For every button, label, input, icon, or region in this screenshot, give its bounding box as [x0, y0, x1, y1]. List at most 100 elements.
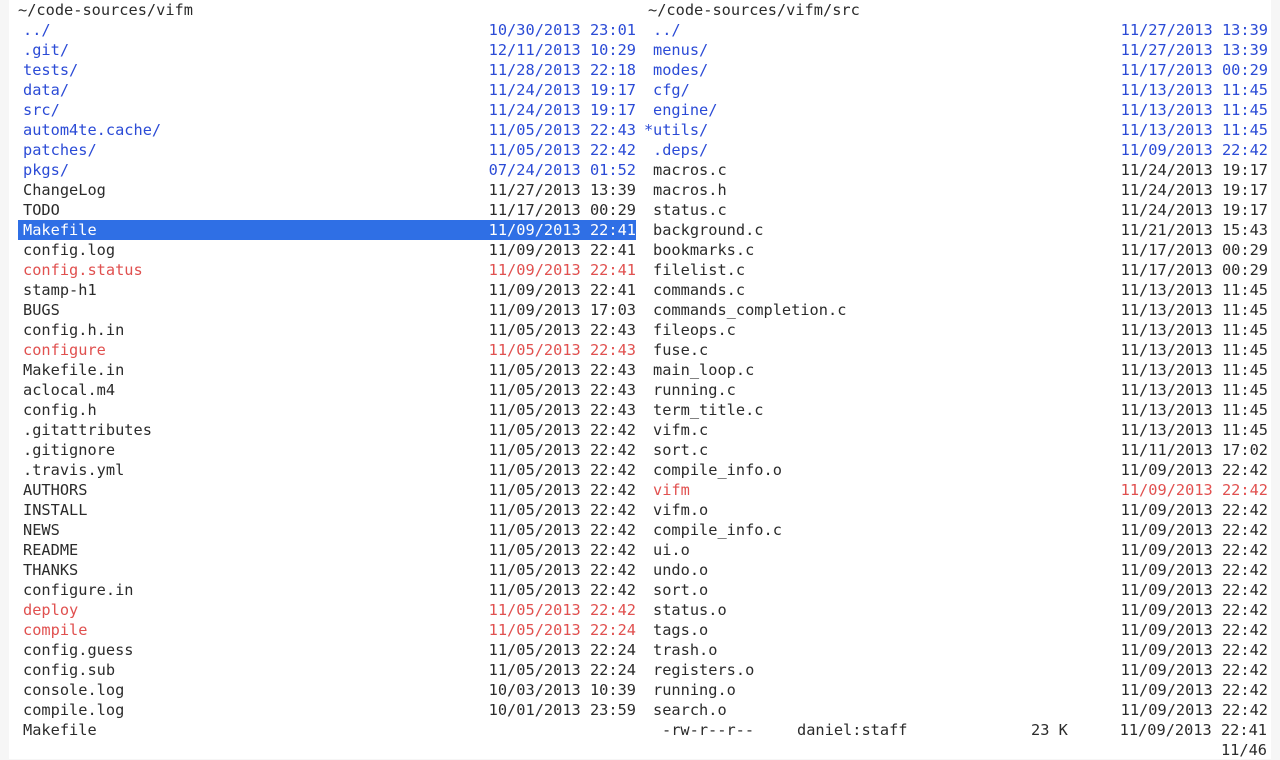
right-file-row[interactable]: trash.o 11/09/2013 22:42 [648, 640, 1268, 660]
left-file-row[interactable]: deploy 11/05/2013 22:42 [18, 600, 636, 620]
left-file-name: config.guess [23, 641, 134, 659]
left-file-row[interactable]: config.h 11/05/2013 22:43 [18, 400, 636, 420]
left-file-row[interactable]: config.guess 11/05/2013 22:24 [18, 640, 636, 660]
left-file-row[interactable]: THANKS 11/05/2013 22:42 [18, 560, 636, 580]
right-file-row[interactable]: compile_info.o 11/09/2013 22:42 [648, 460, 1268, 480]
left-file-list[interactable]: ../10/30/2013 23:01 .git/12/11/2013 10:29… [18, 20, 636, 720]
left-file-row[interactable]: autom4te.cache/11/05/2013 22:43 [18, 120, 636, 140]
left-file-row[interactable]: console.log 10/03/2013 10:39 [18, 680, 636, 700]
right-file-row[interactable]: macros.c 11/24/2013 19:17 [648, 160, 1268, 180]
left-file-row[interactable]: src/11/24/2013 19:17 [18, 100, 636, 120]
right-file-row[interactable]: sort.c 11/11/2013 17:02 [648, 440, 1268, 460]
right-file-row[interactable]: fuse.c 11/13/2013 11:45 [648, 340, 1268, 360]
right-file-name: cfg/ [653, 81, 690, 99]
left-file-row[interactable]: ../ 10/30/2013 23:01 [18, 20, 636, 40]
left-file-row[interactable]: ChangeLog 11/27/2013 13:39 [18, 180, 636, 200]
right-file-row[interactable]: vifm.o 11/09/2013 22:42 [648, 500, 1268, 520]
left-file-date: 11/05/2013 22:43 [488, 361, 636, 379]
left-file-row[interactable]: config.log 11/09/2013 22:41 [18, 240, 636, 260]
left-file-row[interactable]: compile.log 10/01/2013 23:59 [18, 700, 636, 720]
left-file-row[interactable]: configure 11/05/2013 22:43 [18, 340, 636, 360]
left-file-row[interactable]: .git/12/11/2013 10:29 [18, 40, 636, 60]
left-file-row[interactable]: .gitignore 11/05/2013 22:42 [18, 440, 636, 460]
left-file-row[interactable]: configure.in 11/05/2013 22:42 [18, 580, 636, 600]
right-file-row[interactable]: modes/11/17/2013 00:29 [648, 60, 1268, 80]
right-file-date: 11/09/2013 22:42 [1120, 581, 1268, 599]
right-file-row[interactable]: macros.h 11/24/2013 19:17 [648, 180, 1268, 200]
right-file-row[interactable]: main_loop.c 11/13/2013 11:45 [648, 360, 1268, 380]
left-file-row[interactable]: AUTHORS 11/05/2013 22:42 [18, 480, 636, 500]
left-file-row[interactable]: .gitattributes 11/05/2013 22:42 [18, 420, 636, 440]
right-file-row[interactable]: bookmarks.c 11/17/2013 00:29 [648, 240, 1268, 260]
left-file-row[interactable]: .travis.yml 11/05/2013 22:42 [18, 460, 636, 480]
left-file-name: src/ [23, 101, 60, 119]
left-file-row[interactable]: config.h.in 11/05/2013 22:43 [18, 320, 636, 340]
left-file-row[interactable]: TODO 11/17/2013 00:29 [18, 200, 636, 220]
right-file-row[interactable]: running.o 11/09/2013 22:42 [648, 680, 1268, 700]
left-file-name: Makefile.in [23, 361, 125, 379]
right-file-row[interactable]: vifm 11/09/2013 22:42 [648, 480, 1268, 500]
left-file-date: 11/05/2013 22:42 [488, 421, 636, 439]
left-file-row[interactable]: Makefile.in 11/05/2013 22:43 [18, 360, 636, 380]
right-file-row[interactable]: filelist.c 11/17/2013 00:29 [648, 260, 1268, 280]
left-file-row[interactable]: config.sub 11/05/2013 22:24 [18, 660, 636, 680]
left-file-row[interactable]: BUGS 11/09/2013 17:03 [18, 300, 636, 320]
left-file-row[interactable]: Makefile 11/09/2013 22:41 [18, 220, 636, 240]
right-file-row[interactable]: status.o 11/09/2013 22:42 [648, 600, 1268, 620]
left-file-row[interactable]: INSTALL 11/05/2013 22:42 [18, 500, 636, 520]
left-file-date: 11/24/2013 19:17 [488, 81, 636, 99]
left-file-date: 11/09/2013 22:41 [488, 241, 636, 259]
right-file-row[interactable]: cfg/11/13/2013 11:45 [648, 80, 1268, 100]
left-file-row[interactable]: pkgs/07/24/2013 01:52 [18, 160, 636, 180]
right-file-row[interactable]: registers.o 11/09/2013 22:42 [648, 660, 1268, 680]
right-file-row[interactable]: engine/11/13/2013 11:45 [648, 100, 1268, 120]
left-file-row[interactable]: config.status 11/09/2013 22:41 [18, 260, 636, 280]
left-file-date: 11/05/2013 22:43 [488, 381, 636, 399]
left-file-row[interactable]: tests/11/28/2013 22:18 [18, 60, 636, 80]
right-file-row[interactable]: sort.o 11/09/2013 22:42 [648, 580, 1268, 600]
right-file-row[interactable]: commands_completion.c 11/13/2013 11:45 [648, 300, 1268, 320]
right-file-row[interactable]: menus/11/27/2013 13:39 [648, 40, 1268, 60]
left-file-row[interactable]: stamp-h1 11/09/2013 22:41 [18, 280, 636, 300]
right-file-row[interactable]: commands.c 11/13/2013 11:45 [648, 280, 1268, 300]
right-file-row[interactable]: undo.o 11/09/2013 22:42 [648, 560, 1268, 580]
right-file-name: sort.o [653, 581, 709, 599]
right-file-row[interactable]: fileops.c 11/13/2013 11:45 [648, 320, 1268, 340]
left-file-name: console.log [23, 681, 125, 699]
right-file-row[interactable]: search.o 11/09/2013 22:42 [648, 700, 1268, 720]
left-file-date: 11/05/2013 22:42 [488, 601, 636, 619]
left-file-row[interactable]: README 11/05/2013 22:42 [18, 540, 636, 560]
left-file-name: .git/ [23, 41, 70, 59]
left-file-date: 11/05/2013 22:42 [488, 561, 636, 579]
left-file-name: data/ [23, 81, 70, 99]
right-file-row[interactable]: tags.o 11/09/2013 22:42 [648, 620, 1268, 640]
right-file-row[interactable]: * utils/11/13/2013 11:45 [644, 120, 1268, 140]
right-file-name: sort.c [653, 441, 709, 459]
right-file-row[interactable]: running.c 11/13/2013 11:45 [648, 380, 1268, 400]
right-file-row[interactable]: compile_info.c 11/09/2013 22:42 [648, 520, 1268, 540]
left-file-row[interactable]: patches/11/05/2013 22:42 [18, 140, 636, 160]
right-file-name: filelist.c [653, 261, 746, 279]
left-file-name: THANKS [23, 561, 79, 579]
right-file-row[interactable]: background.c 11/21/2013 15:43 [648, 220, 1268, 240]
right-file-row[interactable]: .deps/11/09/2013 22:42 [648, 140, 1268, 160]
right-file-name: vifm [653, 481, 690, 499]
right-file-row[interactable]: term_title.c 11/13/2013 11:45 [648, 400, 1268, 420]
left-file-name: config.status [23, 261, 143, 279]
left-file-row[interactable]: compile 11/05/2013 22:24 [18, 620, 636, 640]
right-file-name: main_loop.c [653, 361, 755, 379]
left-file-name: README [23, 541, 79, 559]
right-file-row[interactable]: vifm.c 11/13/2013 11:45 [648, 420, 1268, 440]
right-file-date: 11/24/2013 19:17 [1120, 161, 1268, 179]
right-file-row[interactable]: status.c 11/24/2013 19:17 [648, 200, 1268, 220]
left-file-pane[interactable]: ~/code-sources/vifm ../ 10/30/2013 23:01.… [18, 0, 636, 720]
left-file-row[interactable]: NEWS 11/05/2013 22:42 [18, 520, 636, 540]
left-file-name: pkgs/ [23, 161, 70, 179]
right-file-row[interactable]: ../ 11/27/2013 13:39 [648, 20, 1268, 40]
right-file-pane[interactable]: ~/code-sources/vifm/src ../ 11/27/2013 13… [644, 0, 1268, 720]
left-file-row[interactable]: aclocal.m4 11/05/2013 22:43 [18, 380, 636, 400]
right-file-list[interactable]: ../11/27/2013 13:39 menus/11/27/2013 13:3… [644, 20, 1268, 720]
right-file-name: tags.o [653, 621, 709, 639]
right-file-row[interactable]: ui.o 11/09/2013 22:42 [648, 540, 1268, 560]
left-file-row[interactable]: data/11/24/2013 19:17 [18, 80, 636, 100]
